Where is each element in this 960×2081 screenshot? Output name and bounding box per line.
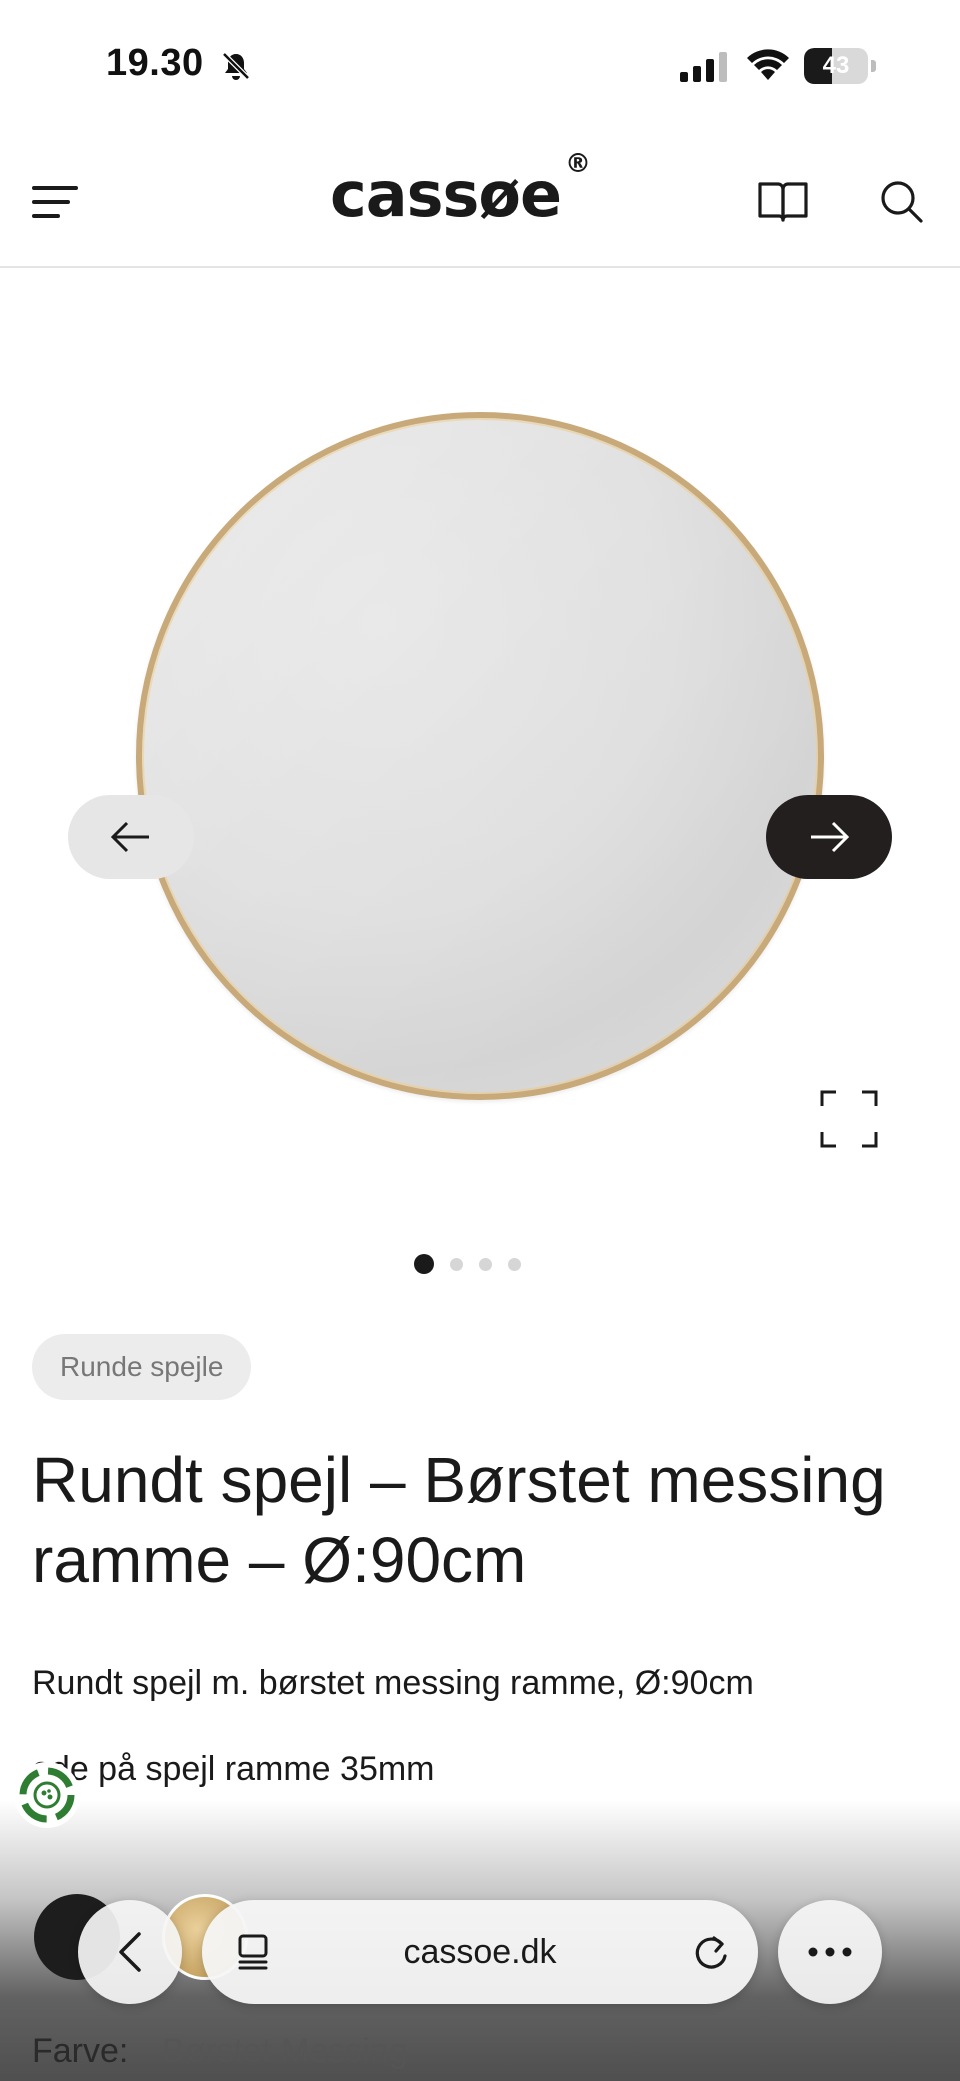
color-value: Børstet Messing bbox=[162, 2032, 408, 2070]
gallery-dot[interactable] bbox=[414, 1254, 434, 1274]
previous-image-button[interactable] bbox=[68, 795, 194, 879]
search-icon[interactable] bbox=[878, 178, 924, 224]
status-time: 19.30 bbox=[106, 42, 204, 84]
status-bar: 19.30 43 bbox=[0, 0, 960, 130]
gallery-pagination bbox=[414, 1252, 554, 1276]
browser-more-button[interactable] bbox=[778, 1900, 882, 2004]
menu-icon[interactable] bbox=[32, 184, 80, 220]
wifi-icon bbox=[747, 49, 789, 80]
product-image-round-mirror[interactable] bbox=[136, 412, 824, 1100]
product-gallery[interactable] bbox=[0, 270, 960, 1274]
arrow-right-icon bbox=[811, 821, 850, 853]
fullscreen-expand-icon[interactable] bbox=[818, 1088, 880, 1150]
battery-icon: 43 bbox=[804, 48, 876, 84]
next-image-button[interactable] bbox=[766, 795, 892, 879]
product-detail: ode på spejl ramme 35mm bbox=[32, 1750, 435, 1788]
browser-url: cassoe.dk bbox=[403, 1933, 557, 1971]
category-tag[interactable]: Runde spejle bbox=[32, 1334, 252, 1400]
browser-back-button[interactable] bbox=[78, 1900, 182, 2004]
cellular-signal-icon bbox=[680, 52, 727, 82]
product-description: Rundt spejl m. børstet messing ramme, Ø:… bbox=[32, 1664, 754, 1702]
product-title: Rundt spejl – Børstet messing ramme – Ø:… bbox=[32, 1444, 886, 1596]
arrow-left-icon bbox=[110, 821, 149, 853]
brand-logo[interactable]: cassøe ® bbox=[330, 149, 630, 238]
color-label: Farve: bbox=[32, 2032, 129, 2070]
site-header: cassøe ® bbox=[0, 130, 960, 268]
gallery-dot[interactable] bbox=[508, 1257, 521, 1271]
gallery-dot[interactable] bbox=[479, 1257, 492, 1271]
eco-recycle-badge-icon[interactable] bbox=[14, 1762, 80, 1828]
gallery-dot[interactable] bbox=[450, 1257, 463, 1271]
browser-address-bar[interactable]: cassoe.dk bbox=[202, 1900, 758, 2004]
chevron-left-icon bbox=[119, 1932, 141, 1972]
battery-level: 43 bbox=[822, 52, 850, 79]
catalog-book-icon[interactable] bbox=[756, 178, 810, 224]
bell-slash-icon bbox=[222, 52, 250, 80]
more-dots-icon bbox=[808, 1947, 852, 1957]
reload-icon[interactable] bbox=[690, 1932, 732, 1974]
